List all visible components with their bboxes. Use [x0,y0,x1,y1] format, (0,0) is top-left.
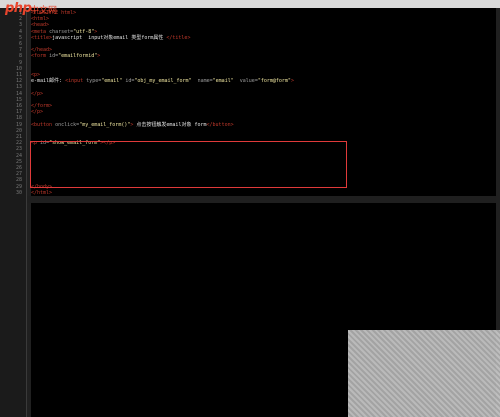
code-line[interactable]: </p> [31,109,491,115]
code-line[interactable]: </p> [31,91,491,97]
title-bar [0,0,500,8]
code-line[interactable]: <title>javascript input对象email 类型form属性 … [31,35,491,41]
code-line[interactable]: <form id="emailformid"> [31,53,491,59]
php-cn-logo: php 中文网 [2,0,62,24]
logo-chinese: 中文网 [30,6,58,16]
annotation-box [30,141,347,188]
pixelated-watermark [348,330,500,417]
code-line[interactable]: </html> [31,190,491,196]
fold-margin [27,8,31,417]
current-line-highlight [27,196,496,203]
line-number: 30 [15,189,22,196]
logo-brand: php [5,1,32,16]
code-line[interactable]: e-mail邮件: <input type="email" id="obj_my… [31,78,491,84]
code-line[interactable]: <button onclick="my_email_form()"> 点击按钮触… [31,122,491,128]
